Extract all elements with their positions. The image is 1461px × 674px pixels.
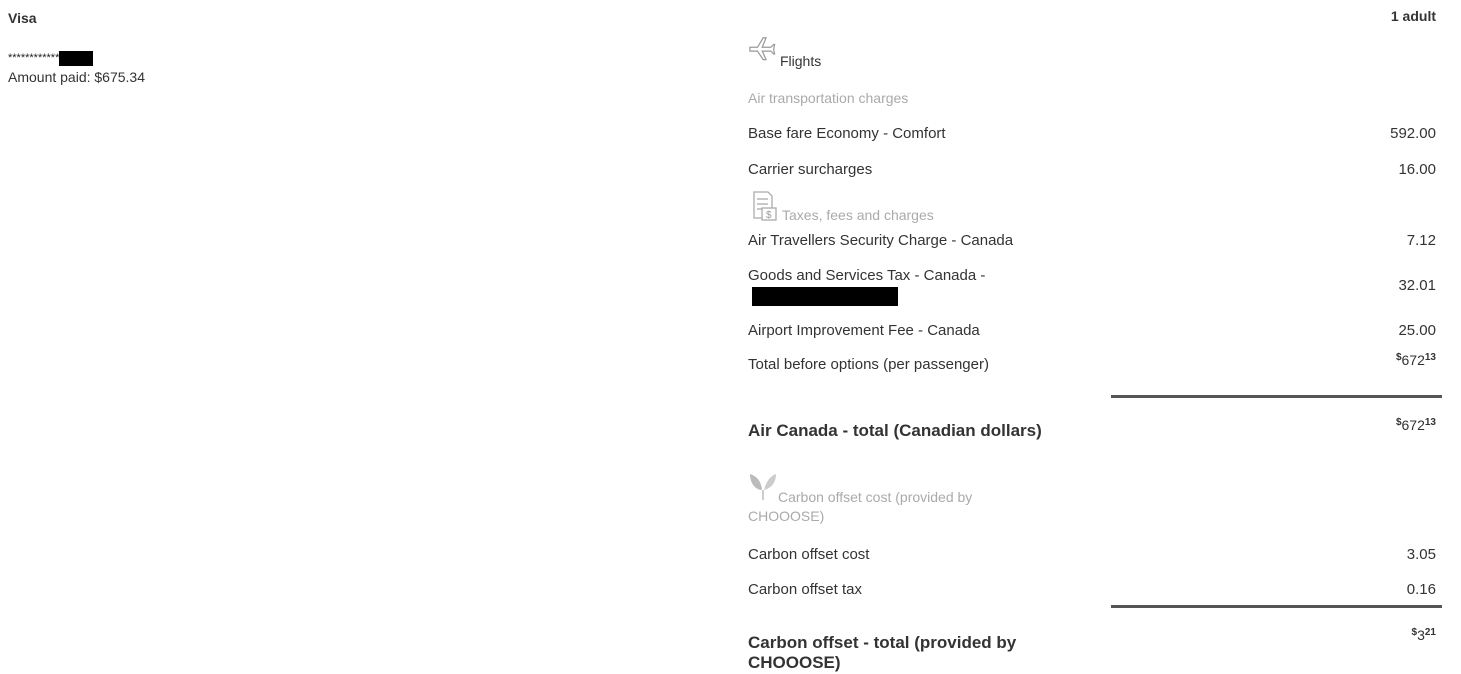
aif-value: 25.00 xyxy=(1398,322,1436,339)
flights-section-header: Flights xyxy=(748,34,822,69)
gst-label: Goods and Services Tax - Canada - xyxy=(748,267,986,284)
subtotal-divider xyxy=(1111,395,1442,398)
carrier-surcharge-value: 16.00 xyxy=(1398,161,1436,178)
air-canada-total-value: $67213 xyxy=(1396,417,1436,434)
base-fare-value: 592.00 xyxy=(1390,125,1436,142)
carbon-section-label: Carbon offset cost (provided by CHOOOSE) xyxy=(748,489,973,524)
carbon-tax-label: Carbon offset tax xyxy=(748,581,862,598)
total-before-options-label: Total before options (per passenger) xyxy=(748,356,989,373)
amount-whole: 3 xyxy=(1417,627,1425,643)
atsc-label: Air Travellers Security Charge - Canada xyxy=(748,232,1014,249)
card-number: ************ xyxy=(8,50,408,66)
amount-paid: Amount paid: $675.34 xyxy=(8,67,408,87)
total-before-options-value: $67213 xyxy=(1396,352,1436,369)
carbon-cost-label: Carbon offset cost xyxy=(748,546,870,563)
carbon-divider xyxy=(1111,605,1442,608)
carrier-surcharge-label: Carrier surcharges xyxy=(748,161,873,178)
amount-cents: 13 xyxy=(1424,417,1436,428)
payment-summary: Visa ************ Amount paid: $675.34 xyxy=(8,8,408,87)
aif-label: Airport Improvement Fee - Canada xyxy=(748,322,980,339)
carbon-total-label: Carbon offset - total (provided by CHOOO… xyxy=(748,633,1017,672)
carbon-section-header: Carbon offset cost (provided by CHOOOSE) xyxy=(748,470,1048,526)
airplane-icon xyxy=(748,34,778,67)
atsc-value: 7.12 xyxy=(1406,232,1436,249)
card-redaction xyxy=(59,50,94,66)
carbon-tax-value: 0.16 xyxy=(1406,581,1436,598)
leaf-icon xyxy=(748,470,778,507)
amount-paid-label: Amount paid: xyxy=(8,69,91,85)
air-transport-header: Air transportation charges xyxy=(748,90,909,106)
gst-value: 32.01 xyxy=(1398,277,1436,294)
gst-row: Goods and Services Tax - Canada - 32.01 xyxy=(748,267,1442,309)
carbon-total-value: $321 xyxy=(1412,627,1436,644)
air-canada-total-label: Air Canada - total (Canadian dollars) xyxy=(748,421,1042,440)
base-fare-label: Base fare Economy - Comfort xyxy=(748,125,946,142)
amount-cents: 13 xyxy=(1424,352,1436,363)
carbon-cost-value: 3.05 xyxy=(1406,546,1436,563)
amount-whole: 672 xyxy=(1401,417,1425,433)
card-number-mask: ************ xyxy=(8,52,60,64)
passenger-count: 1 adult xyxy=(1390,8,1436,24)
amount-whole: 672 xyxy=(1401,352,1425,368)
payment-method: Visa xyxy=(8,10,37,26)
amount-paid-value: $675.34 xyxy=(94,69,145,85)
flights-label: Flights xyxy=(780,53,822,69)
gst-redaction xyxy=(752,287,898,306)
taxes-section-header: $ Taxes, fees and charges xyxy=(748,190,934,225)
svg-text:$: $ xyxy=(766,210,772,221)
taxes-label: Taxes, fees and charges xyxy=(782,207,934,223)
amount-cents: 21 xyxy=(1424,627,1436,638)
receipt-icon: $ xyxy=(748,190,782,225)
